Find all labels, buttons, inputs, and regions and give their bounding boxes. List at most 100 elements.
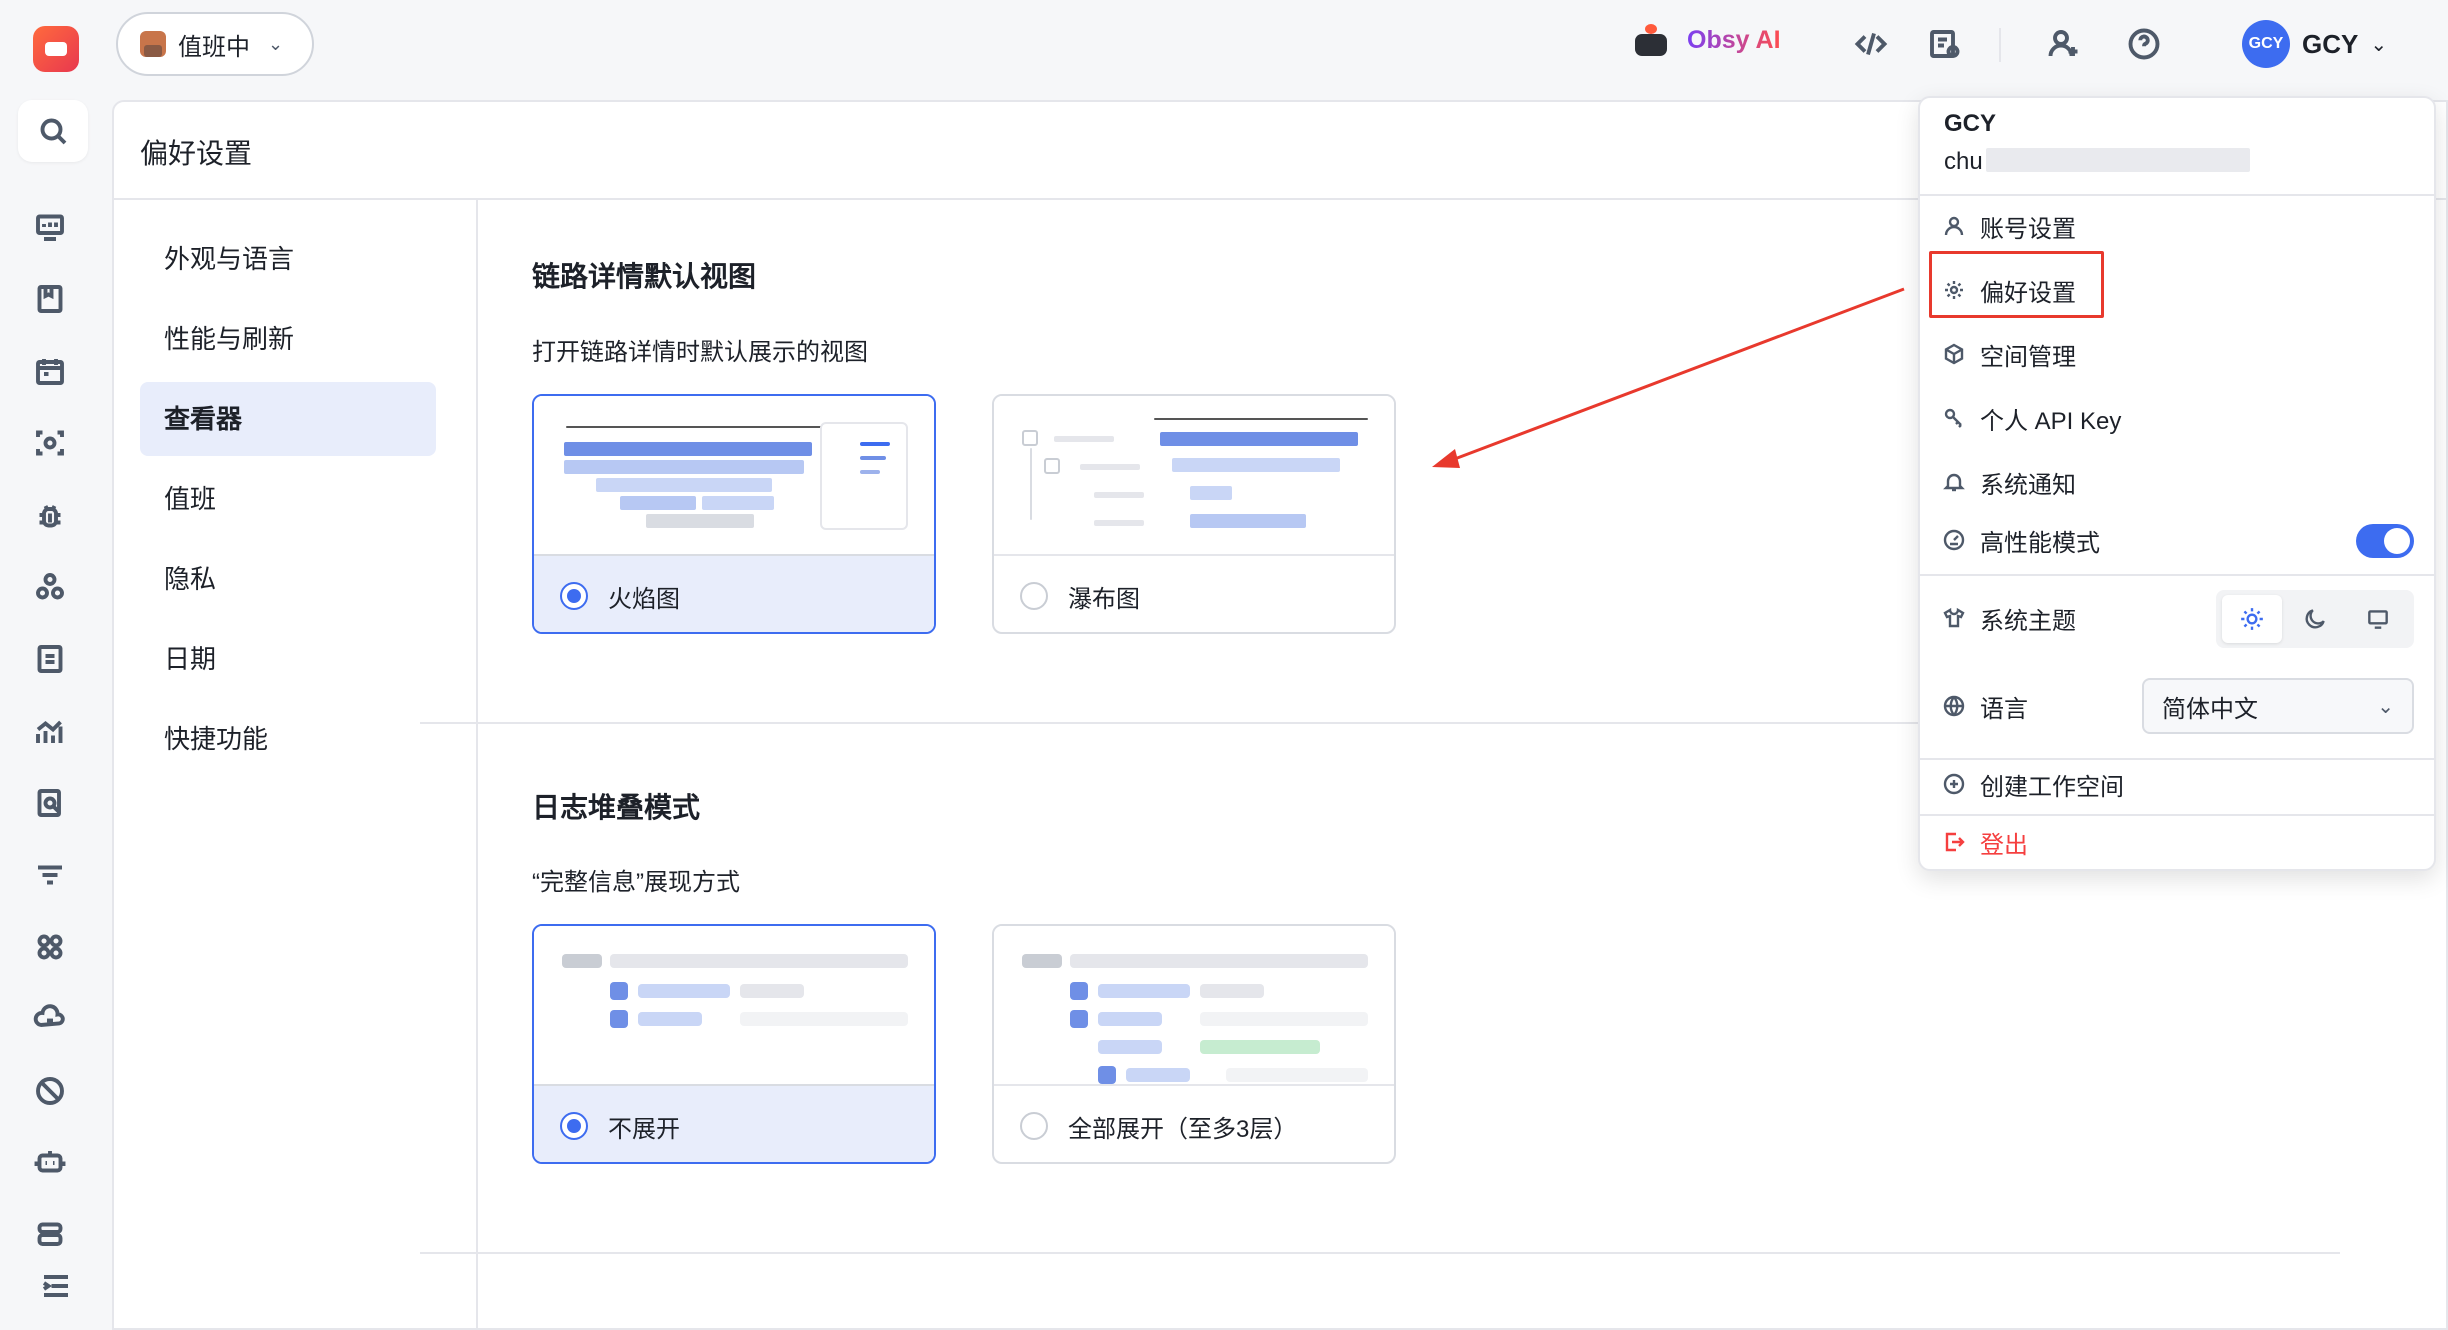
user-menu-trigger[interactable]: GCY GCY ⌄ (2242, 20, 2387, 68)
log-search-icon[interactable] (32, 785, 68, 821)
theme-light-button[interactable] (2221, 595, 2282, 643)
services-icon[interactable] (32, 569, 68, 605)
avatar: GCY (2242, 20, 2290, 68)
collapsed-radio[interactable] (560, 1112, 588, 1140)
notebook-icon[interactable] (32, 281, 68, 317)
user-icon (1944, 216, 1964, 236)
scan-icon[interactable] (32, 425, 68, 461)
help-icon[interactable] (2126, 26, 2162, 62)
nav-item-oncall[interactable]: 值班 (140, 462, 436, 536)
code-icon[interactable] (1853, 26, 1889, 62)
collapsed-preview (534, 926, 934, 1084)
menu-item-label: 系统通知 (1980, 471, 2076, 499)
menu-item-account-settings[interactable]: 账号设置 (1942, 206, 2076, 246)
expanded-radio[interactable] (1020, 1112, 1048, 1140)
theme-switcher (2216, 590, 2414, 648)
apps-icon[interactable] (32, 929, 68, 965)
dropdown-user-email: chu (1944, 148, 1983, 175)
logout-icon (1945, 832, 1965, 852)
flamegraph-option[interactable]: 火焰图 (534, 554, 934, 632)
document-icon[interactable] (32, 641, 68, 677)
menu-item-create-workspace[interactable]: 创建工作空间 (1942, 764, 2124, 804)
option-card-waterfall[interactable]: 瀑布图 (992, 394, 1396, 634)
nav-item-performance[interactable]: 性能与刷新 (140, 302, 436, 376)
add-user-icon[interactable] (2046, 26, 2082, 62)
moon-icon (2305, 609, 2325, 629)
collapse-menu-icon[interactable] (38, 1268, 74, 1304)
search-button[interactable] (18, 100, 88, 162)
robot-icon[interactable] (32, 1145, 68, 1181)
logo-icon[interactable] (33, 26, 79, 72)
dashboard-icon[interactable] (32, 209, 68, 245)
menu-divider (1920, 758, 2434, 760)
menu-divider (1920, 194, 2434, 196)
obsy-ai-label: Obsy AI (1687, 25, 1781, 54)
menu-item-space-management[interactable]: 空间管理 (1942, 334, 2076, 374)
menu-item-language: 语言 (1942, 686, 2028, 726)
receipt-icon[interactable] (1926, 26, 1962, 62)
waterfall-option[interactable]: 瀑布图 (994, 554, 1394, 632)
menu-item-logout[interactable]: 登出 (1942, 822, 2028, 862)
menu-item-theme: 系统主题 (1942, 598, 2076, 638)
menu-divider (1920, 814, 2434, 816)
page-title: 偏好设置 (140, 138, 253, 169)
obsy-ai-button[interactable]: Obsy AI (1633, 22, 1781, 58)
filter-icon[interactable] (32, 857, 68, 893)
bell-icon (1943, 473, 1965, 492)
globe-icon (1943, 695, 1965, 717)
annotation-highlight-box (1929, 251, 2104, 318)
bug-icon[interactable] (32, 497, 68, 533)
waterfall-radio[interactable] (1020, 582, 1048, 610)
section-divider (420, 1252, 2340, 1254)
menu-item-api-key[interactable]: 个人 API Key (1942, 398, 2121, 438)
trace-view-desc: 打开链路详情时默认展示的视图 (532, 339, 868, 366)
cloud-icon[interactable] (32, 1001, 68, 1037)
speed-icon (1943, 529, 1965, 551)
monitor-icon (2368, 610, 2389, 629)
metrics-icon[interactable] (32, 713, 68, 749)
high-performance-toggle[interactable] (2356, 524, 2414, 558)
database-icon[interactable] (32, 1217, 68, 1253)
menu-item-label: 空间管理 (1980, 343, 2076, 371)
menu-item-label: 高性能模式 (1980, 529, 2100, 557)
theme-dark-button[interactable] (2285, 595, 2345, 643)
language-select[interactable]: 简体中文 ⌄ (2142, 678, 2414, 734)
menu-item-label: 账号设置 (1980, 215, 2076, 243)
cube-icon (1944, 343, 1964, 365)
theme-system-button[interactable] (2348, 595, 2408, 643)
menu-item-label: 语言 (1980, 695, 2028, 723)
dropdown-user-name: GCY (1944, 110, 1997, 137)
preferences-nav: 外观与语言 性能与刷新 查看器 值班 隐私 日期 快捷功能 (140, 222, 436, 782)
disable-icon[interactable] (32, 1073, 68, 1109)
option-card-expanded[interactable]: 全部展开（至多3层） (992, 924, 1396, 1164)
trace-view-title: 链路详情默认视图 (532, 261, 757, 292)
nav-item-viewer[interactable]: 查看器 (140, 382, 436, 456)
expanded-preview (994, 926, 1394, 1084)
menu-item-label: 创建工作空间 (1980, 773, 2124, 801)
collapsed-option[interactable]: 不展开 (534, 1084, 934, 1162)
flamegraph-label: 火焰图 (608, 585, 680, 613)
option-card-collapsed[interactable]: 不展开 (532, 924, 936, 1164)
search-icon (35, 113, 71, 149)
menu-item-label: 登出 (1980, 831, 2028, 859)
log-stack-title: 日志堆叠模式 (532, 792, 701, 823)
menu-item-label: 系统主题 (1980, 607, 2076, 635)
user-dropdown-menu: GCY chu 账号设置 偏好设置 空间管理 个人 API Key 系统通知 高… (1918, 96, 2436, 871)
nav-item-shortcuts[interactable]: 快捷功能 (140, 702, 436, 776)
menu-item-high-performance: 高性能模式 (1942, 520, 2100, 560)
plus-circle-icon (1943, 773, 1965, 795)
sun-icon (2240, 608, 2263, 630)
calendar-icon[interactable] (32, 353, 68, 389)
nav-item-appearance[interactable]: 外观与语言 (140, 222, 436, 296)
flamegraph-radio[interactable] (560, 582, 588, 610)
topbar-divider (1999, 28, 2001, 62)
option-card-flamegraph[interactable]: 火焰图 (532, 394, 936, 634)
nav-item-date[interactable]: 日期 (140, 622, 436, 696)
menu-item-notifications[interactable]: 系统通知 (1942, 462, 2076, 502)
duty-status-button[interactable]: 值班中 ⌄ (116, 12, 314, 76)
expanded-option[interactable]: 全部展开（至多3层） (994, 1084, 1394, 1162)
duty-avatar-icon (140, 31, 166, 57)
log-stack-desc: “完整信息”展现方式 (532, 869, 740, 896)
collapsed-label: 不展开 (608, 1115, 680, 1143)
nav-item-privacy[interactable]: 隐私 (140, 542, 436, 616)
